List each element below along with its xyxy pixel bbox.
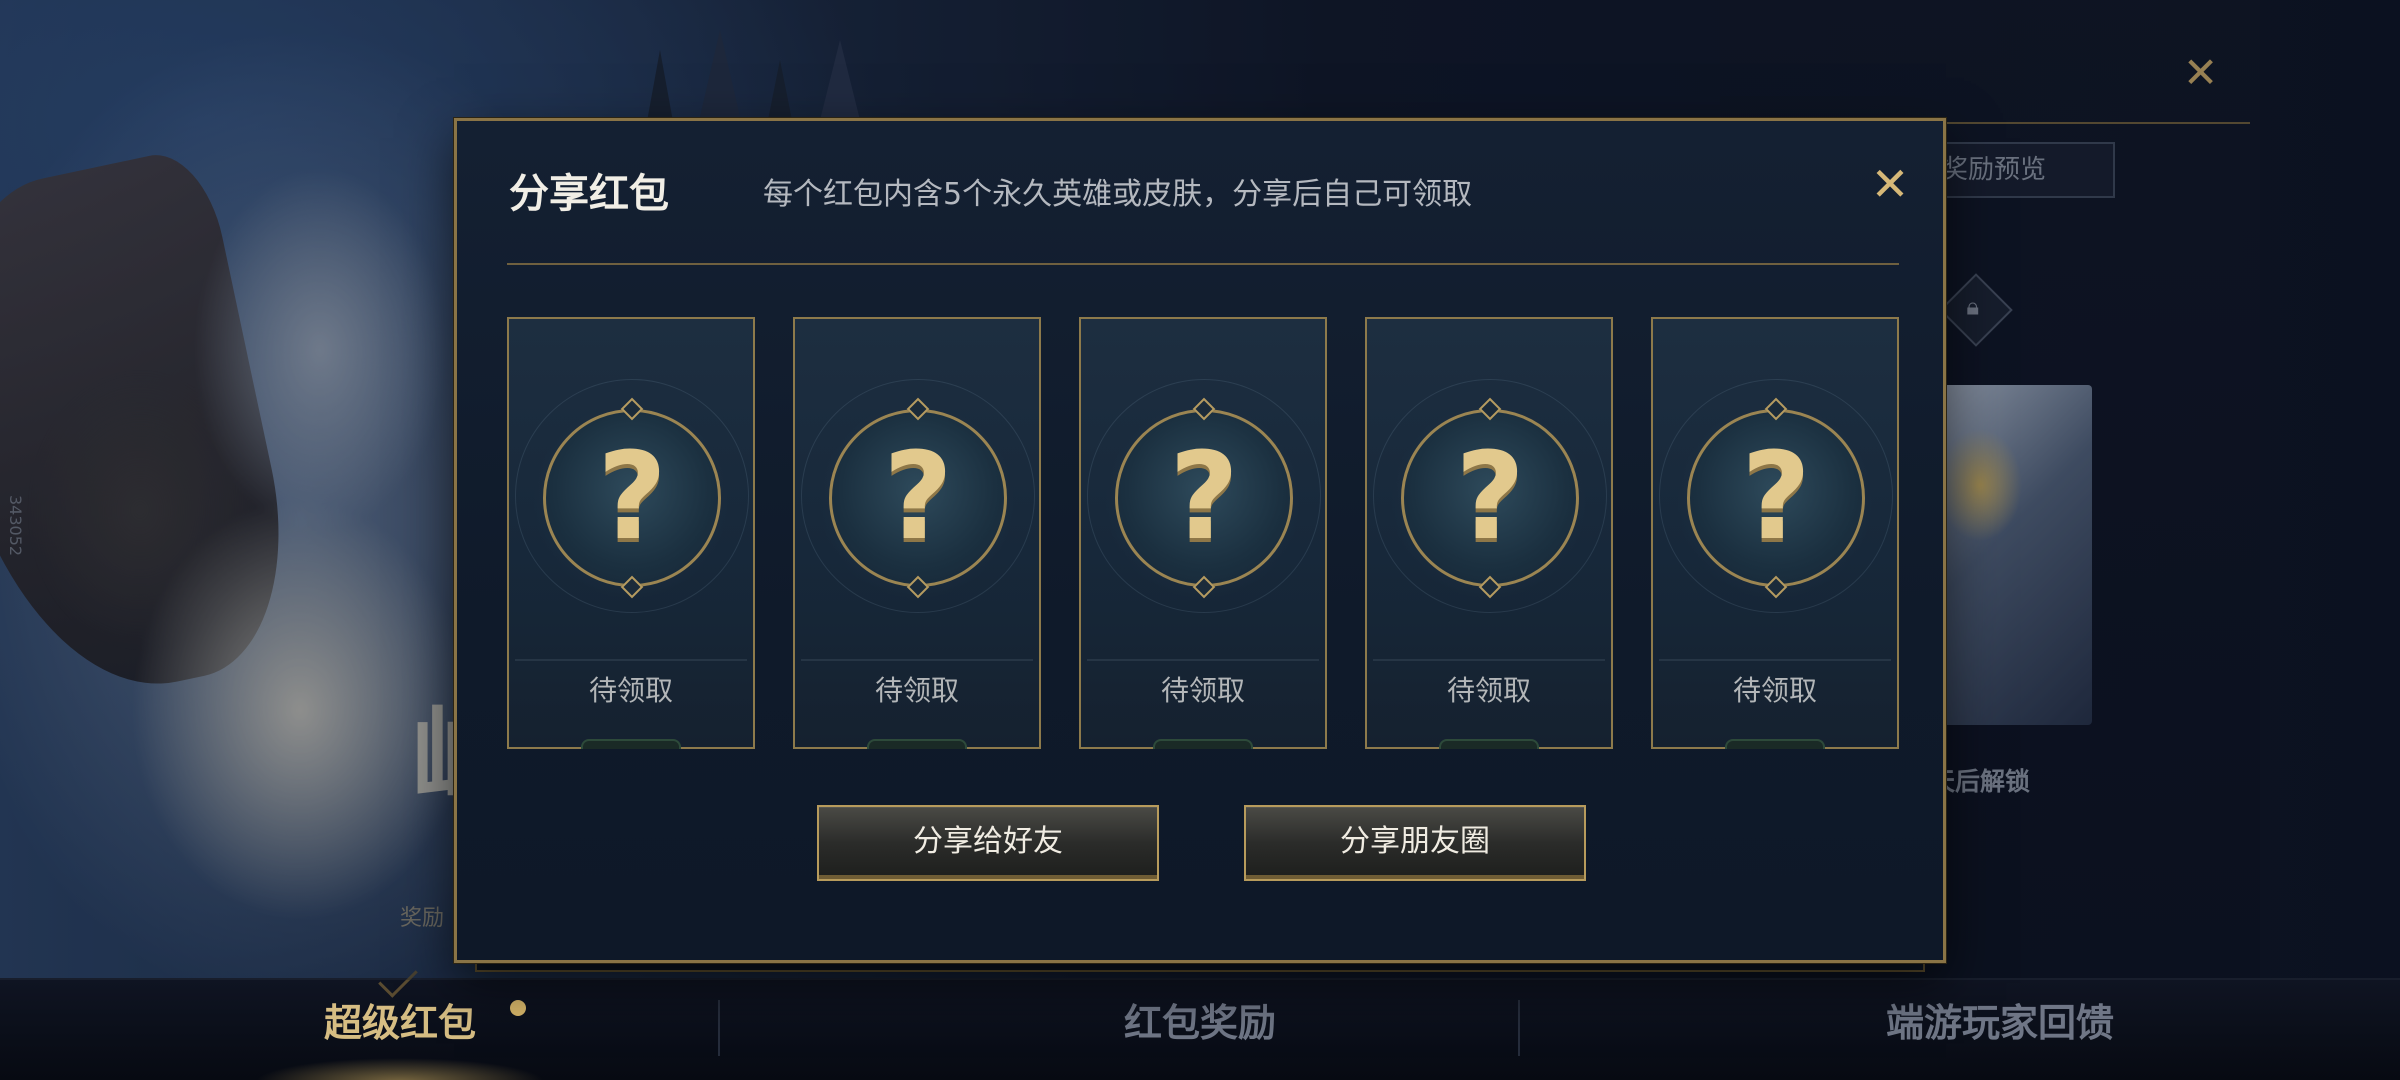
card-status-label: 待领取 [1732,674,1817,707]
share-to-friend-button[interactable]: 分享给好友 [817,805,1159,881]
dialog-divider [507,263,1899,265]
nav-divider [718,1000,720,1056]
dialog-subtitle: 每个红包内含5个永久英雄或皮肤，分享后自己可领取 [763,177,1473,212]
card-footer-tab [867,739,967,749]
tab-super-red-packet[interactable]: 超级红包 [0,980,800,1080]
card-footer-tab [1153,739,1253,749]
card-status-label: 待领取 [1160,674,1245,707]
card-status-label: 待领取 [588,674,673,707]
share-to-moments-button[interactable]: 分享朋友圈 [1244,805,1586,881]
tab-red-packet-rewards[interactable]: 红包奖励 [800,980,1600,1080]
red-packet-card[interactable]: ? 待领取 [507,317,755,749]
question-mark-icon: ? [597,428,667,567]
tab-pc-player-feedback[interactable]: 端游玩家回馈 [1600,980,2400,1080]
card-footer-tab [581,739,681,749]
question-mark-icon: ? [1169,428,1239,567]
dialog-title: 分享红包 [509,171,669,217]
red-packet-card[interactable]: ? 待领取 [793,317,1041,749]
bottom-nav: 超级红包 红包奖励 端游玩家回馈 [0,978,2400,1080]
card-footer-tab [1725,739,1825,749]
card-status-label: 待领取 [874,674,959,707]
question-mark-icon: ? [883,428,953,567]
share-red-packet-dialog: 分享红包 每个红包内含5个永久英雄或皮肤，分享后自己可领取 ✕ ? 待领取 ? … [454,118,1946,963]
close-icon[interactable]: ✕ [1865,159,1915,209]
notification-dot [510,1000,526,1016]
red-packet-card[interactable]: ? 待领取 [1079,317,1327,749]
red-packet-card[interactable]: ? 待领取 [1651,317,1899,749]
card-status-label: 待领取 [1446,674,1531,707]
card-footer-tab [1439,739,1539,749]
app-screen: 屾 奖励 343052 ✕ 奖励预览 🔒︎ 天后解锁 超级红包 红包奖励 端游玩… [0,0,2400,1080]
question-mark-icon: ? [1741,428,1811,567]
red-packet-card[interactable]: ? 待领取 [1365,317,1613,749]
question-mark-icon: ? [1455,428,1525,567]
nav-divider [1518,1000,1520,1056]
red-packet-card-list: ? 待领取 ? 待领取 ? 待领取 ? 待领取 ? 待领取 [507,317,1901,749]
